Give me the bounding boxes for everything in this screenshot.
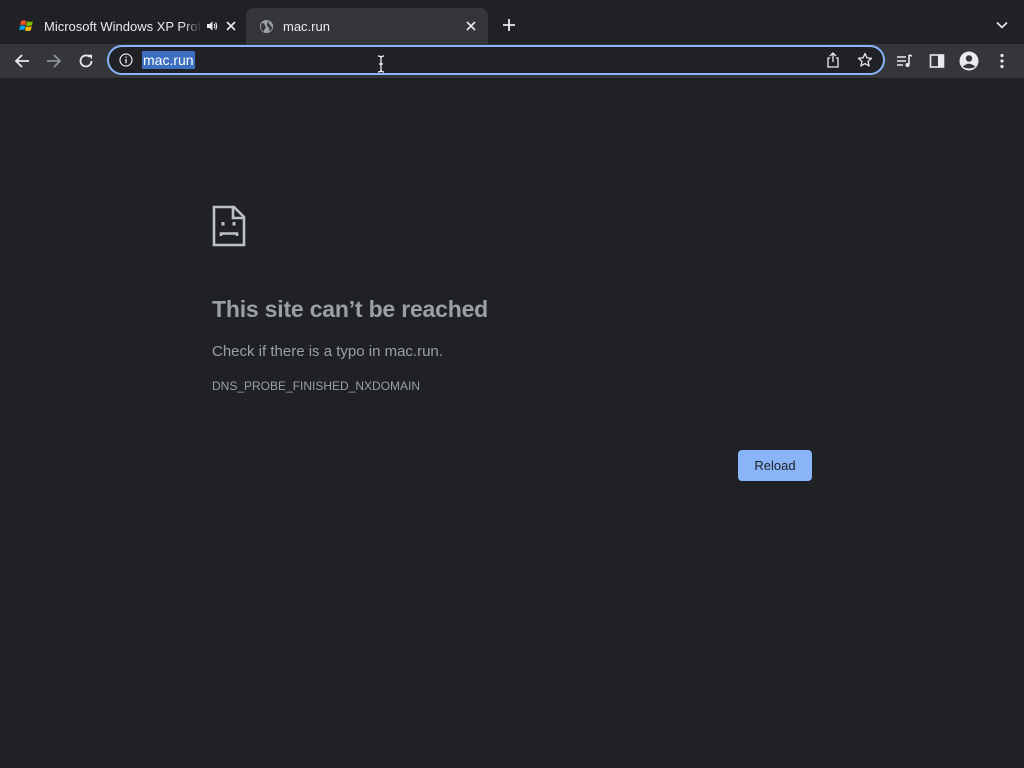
new-tab-button[interactable] xyxy=(498,14,520,36)
arrow-right-icon xyxy=(47,54,62,68)
tab-search-button[interactable] xyxy=(990,14,1014,36)
tab-strip: Microsoft Windows XP Professional mac.ru… xyxy=(0,0,1024,44)
side-panel-icon xyxy=(929,54,945,68)
error-title: This site can’t be reached xyxy=(212,296,489,322)
tab-mac-run[interactable]: mac.run xyxy=(246,8,488,44)
sad-page-icon xyxy=(212,205,246,247)
plus-icon xyxy=(503,19,515,31)
share-icon[interactable] xyxy=(823,50,843,70)
profile-icon xyxy=(959,51,979,71)
error-suggestion: Check if there is a typo in mac.run. xyxy=(212,343,443,360)
refresh-icon xyxy=(79,54,93,68)
tab-windows-xp[interactable]: Microsoft Windows XP Professional xyxy=(8,8,246,44)
arrow-left-icon xyxy=(14,54,29,68)
text-cursor-icon xyxy=(377,55,385,73)
tab-title: Microsoft Windows XP Professional xyxy=(44,18,202,34)
more-menu-button[interactable] xyxy=(988,47,1016,75)
speaker-icon[interactable] xyxy=(206,18,218,34)
close-icon[interactable] xyxy=(462,17,480,35)
tab-title: mac.run xyxy=(283,18,330,34)
reload-button[interactable] xyxy=(72,47,100,75)
side-panel-button[interactable] xyxy=(923,47,951,75)
reload-page-button[interactable]: Reload xyxy=(738,450,812,481)
error-code: DNS_PROBE_FINISHED_NXDOMAIN xyxy=(212,379,421,393)
chevron-down-icon xyxy=(996,21,1008,29)
more-vert-icon xyxy=(1000,53,1004,69)
reading-list-button[interactable] xyxy=(891,47,919,75)
reading-list-icon xyxy=(897,54,913,67)
url-text[interactable]: mac.run xyxy=(142,51,195,69)
profile-button[interactable] xyxy=(955,47,983,75)
forward-button[interactable] xyxy=(40,47,68,75)
address-bar[interactable]: mac.run xyxy=(107,45,885,75)
toolbar: mac.run xyxy=(0,44,1024,78)
error-page: This site can’t be reached Check if ther… xyxy=(0,78,1024,768)
windows-xp-logo-icon xyxy=(19,18,35,34)
globe-icon xyxy=(258,18,274,34)
back-button[interactable] xyxy=(8,47,36,75)
close-icon[interactable] xyxy=(224,17,238,35)
bookmark-star-icon[interactable] xyxy=(855,50,875,70)
info-icon[interactable] xyxy=(118,52,134,68)
